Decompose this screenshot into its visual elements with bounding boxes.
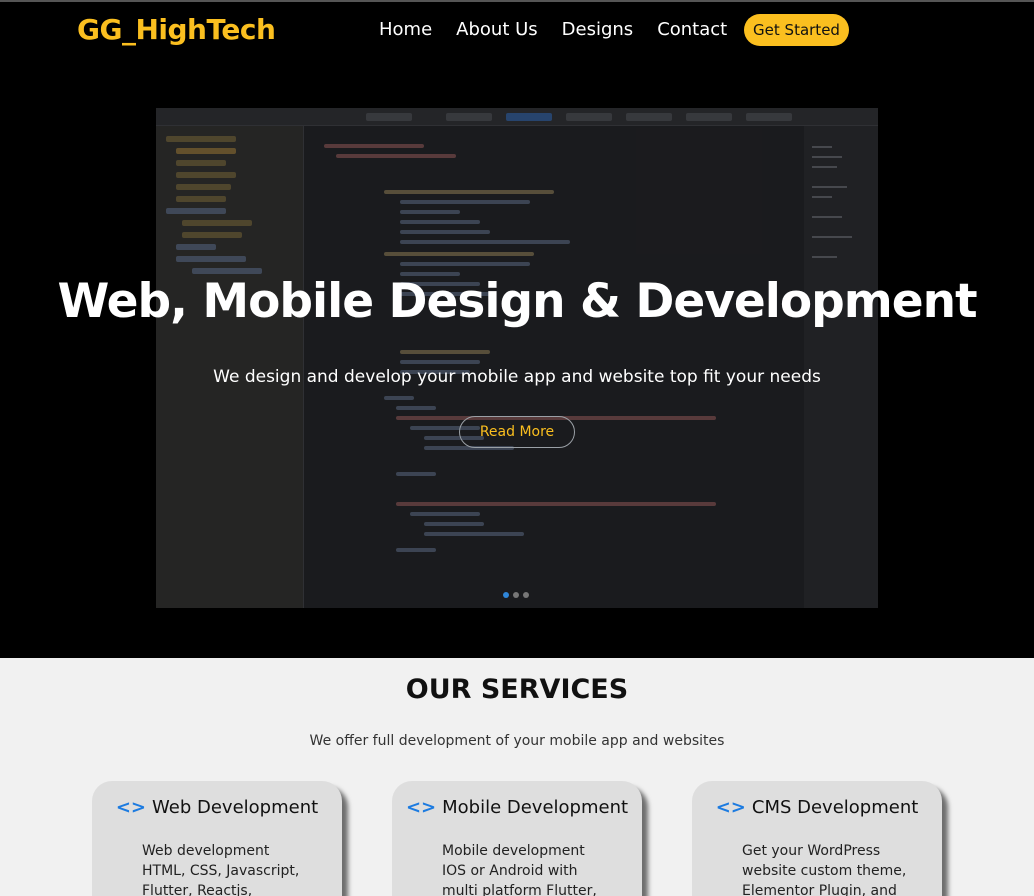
service-card-web: <> Web Development Web development HTML, … <box>92 781 342 896</box>
service-card-line: Web development <box>142 843 270 859</box>
carousel-dot-2[interactable] <box>513 592 519 598</box>
carousel-dot-3[interactable] <box>523 592 529 598</box>
service-card-line: HTML, CSS, Javascript, <box>142 863 300 879</box>
service-card-line: Flutter, Reactjs, <box>142 883 253 896</box>
service-card-line: IOS or Android with <box>442 863 578 879</box>
get-started-button[interactable]: Get Started <box>744 14 849 46</box>
service-card-description: Mobile development IOS or Android with m… <box>442 841 612 896</box>
code-icon: <> <box>715 797 746 818</box>
carousel-dot-1[interactable] <box>503 592 509 598</box>
service-card-mobile: <> Mobile Development Mobile development … <box>392 781 642 896</box>
nav-about-link[interactable]: About Us <box>456 19 538 40</box>
hero-subtitle: We design and develop your mobile app an… <box>213 367 821 387</box>
service-card-title: CMS Development <box>751 797 919 818</box>
nav-home-link[interactable]: Home <box>379 19 432 40</box>
service-card-line: Elementor Plugin, and <box>742 883 897 896</box>
read-more-button[interactable]: Read More <box>459 416 575 448</box>
service-card-line: multi platform Flutter, <box>442 883 597 896</box>
services-subtitle: We offer full development of your mobile… <box>309 733 725 749</box>
service-card-heading: <> CMS Development <box>692 797 942 818</box>
service-card-title: Mobile Development <box>442 797 629 818</box>
service-card-line: Mobile development <box>442 843 585 859</box>
service-card-cms: <> CMS Development Get your WordPress web… <box>692 781 942 896</box>
carousel-indicators <box>503 592 533 598</box>
services-title: OUR SERVICES <box>405 674 629 705</box>
nav-designs-link[interactable]: Designs <box>562 19 634 40</box>
hero-overlay <box>156 108 878 608</box>
nav-contact-link[interactable]: Contact <box>657 19 727 40</box>
services-section: OUR SERVICES We offer full development o… <box>0 658 1034 896</box>
service-card-title: Web Development <box>152 797 319 818</box>
code-icon: <> <box>405 797 437 818</box>
hero-title: Web, Mobile Design & Development <box>57 274 977 329</box>
service-card-line: Get your WordPress <box>742 843 881 859</box>
service-card-description: Web development HTML, CSS, Javascript, F… <box>142 841 312 896</box>
service-card-heading: <> Mobile Development <box>392 797 642 818</box>
service-card-heading: <> Web Development <box>92 797 342 818</box>
service-card-line: website custom theme, <box>742 863 907 879</box>
code-icon: <> <box>115 797 147 818</box>
site-logo[interactable]: GG_HighTech <box>77 13 276 46</box>
top-border <box>0 0 1034 2</box>
main-nav: Home About Us Designs Contact <box>379 19 751 40</box>
service-card-description: Get your WordPress website custom theme,… <box>742 841 912 896</box>
